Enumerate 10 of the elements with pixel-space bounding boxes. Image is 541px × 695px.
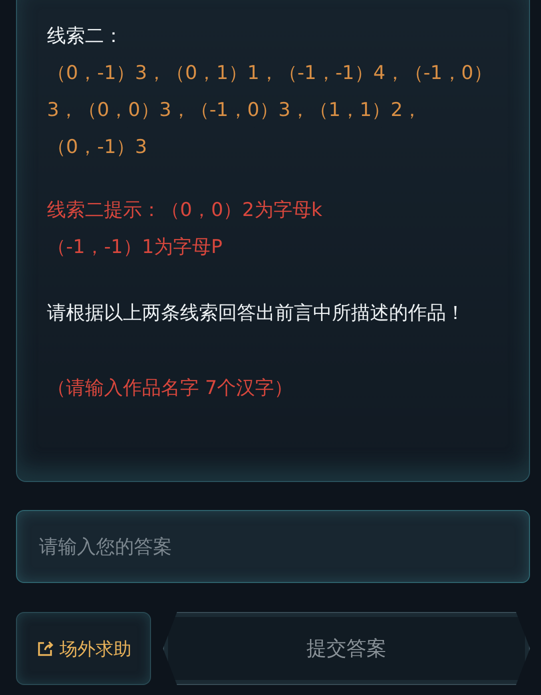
answer-field[interactable]: 请输入您的答案: [16, 510, 530, 583]
question-text: 请根据以上两条线索回答出前言中所描述的作品！: [47, 301, 466, 326]
hint-line: 线索二提示：（0，0）2为字母k: [47, 198, 324, 223]
help-button[interactable]: 场外求助: [16, 612, 151, 685]
hint-line: （-1，-1）1为字母P: [47, 235, 224, 260]
answer-note: （请输入作品名字 7个汉字）: [47, 376, 294, 401]
submit-button[interactable]: 提交答案: [163, 612, 530, 685]
share-icon: [36, 640, 54, 658]
clue-text: （0，-1）3，（0，1）1，（-1，-1）4，（-1，0）3，（0，0）3，（-1，0）3，（1，1）2，（0，-1）3: [47, 61, 494, 160]
clue-title: 线索二：: [47, 24, 124, 49]
